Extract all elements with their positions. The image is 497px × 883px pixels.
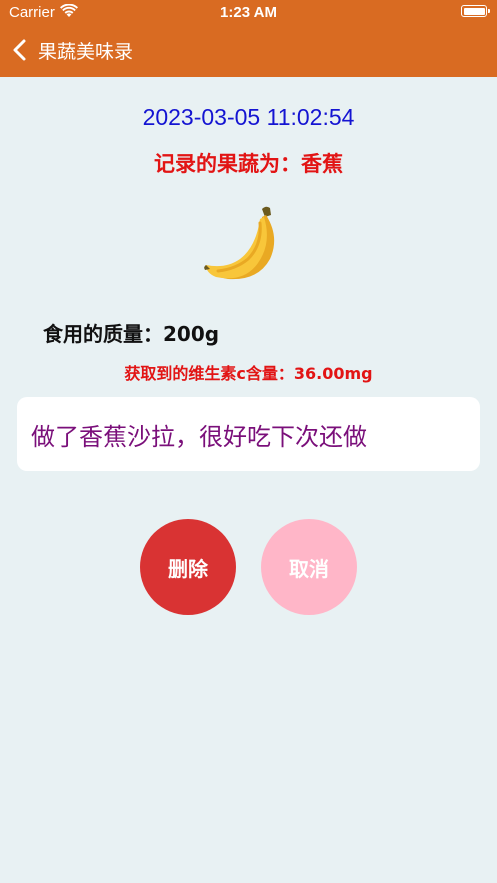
chevron-left-icon — [13, 39, 26, 61]
weight-line: 食用的质量：200g — [43, 322, 220, 346]
cancel-button[interactable]: 取消 — [261, 519, 357, 615]
nav-title: 果蔬美味录 — [38, 40, 134, 63]
top-bar: Carrier 1:23 AM 果蔬美味录 — [0, 0, 497, 77]
status-time: 1:23 AM — [220, 4, 277, 21]
record-datetime: 2023-03-05 11:02:54 — [142, 104, 355, 130]
record-detail-screen: Carrier 1:23 AM 果蔬美味录 2023-03-05 11:02:5… — [0, 0, 497, 883]
battery-level — [463, 7, 485, 15]
note-field[interactable]: 做了香蕉沙拉，很好吃下次还做 — [17, 397, 480, 471]
battery-icon — [461, 5, 490, 17]
vitamin-c-line: 获取到的维生素c含量：36.00mg — [124, 364, 373, 383]
delete-button[interactable]: 删除 — [140, 519, 236, 615]
banana-icon — [204, 206, 275, 280]
record-fruit-line: 记录的果蔬为：香蕉 — [154, 152, 343, 176]
back-button[interactable]: 果蔬美味录 — [10, 34, 133, 66]
note-text: 做了香蕉沙拉，很好吃下次还做 — [31, 422, 367, 451]
